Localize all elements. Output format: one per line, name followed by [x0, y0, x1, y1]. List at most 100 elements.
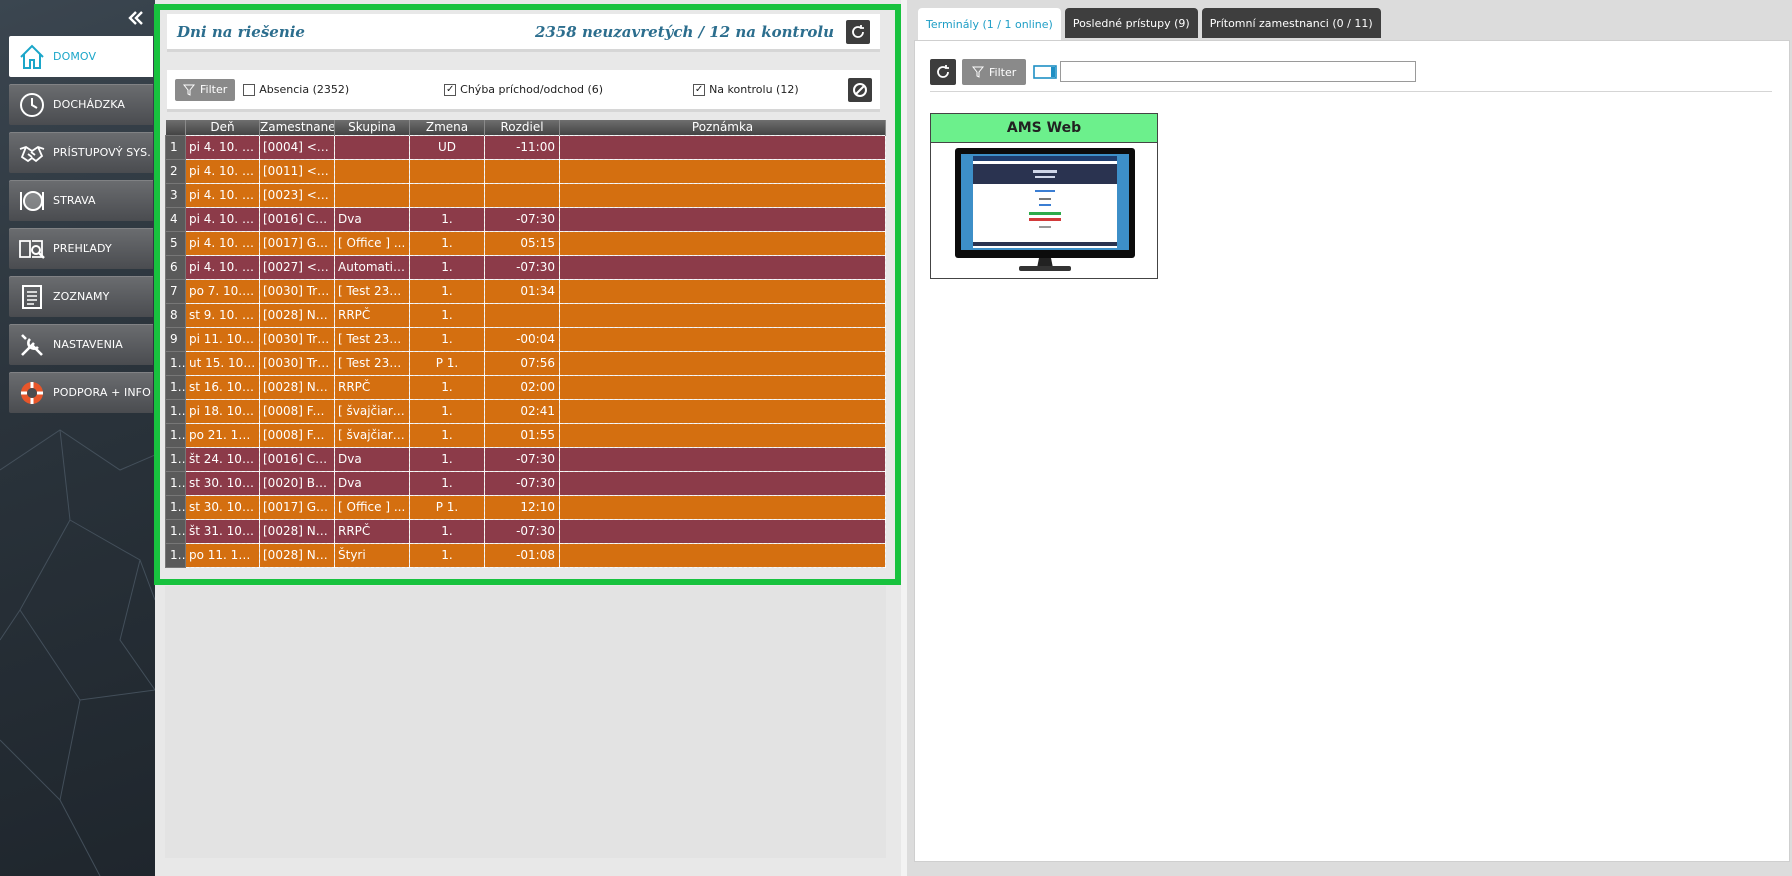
cell-skupina [334, 134, 410, 160]
tab-pritomni-zamestnanci[interactable]: Prítomní zamestnanci (0 / 11) [1201, 8, 1381, 38]
terminal-name: AMS Web [931, 114, 1157, 143]
table-row[interactable]: 1 pi 4. 10. 2... [0004] <a... UD -11:00 [165, 134, 886, 160]
nav-item-podpora-info[interactable]: PODPORA + INFO [9, 372, 153, 413]
nav-item-prehlady[interactable]: PREHĽADY [9, 228, 153, 269]
clear-filter-button[interactable] [848, 77, 872, 102]
column-header-zmena[interactable]: Zmena [409, 120, 485, 135]
cell-rozdiel [484, 182, 560, 208]
row-number: 15 [165, 470, 186, 496]
table-row[interactable]: 14 št 24. 10. ... [0016] Ch... Dva 1. -07:30 [165, 446, 886, 472]
right-tabs: Terminály (1 / 1 online) Posledné prístu… [918, 8, 1381, 40]
terminals-filter-button[interactable]: Filter [962, 59, 1027, 85]
cell-den: pi 4. 10. 2... [185, 134, 260, 160]
cell-poznamka [559, 278, 886, 304]
cell-zmena: 1. [409, 398, 485, 424]
cell-rozdiel: -07:30 [484, 470, 560, 496]
cell-rozdiel: 07:56 [484, 350, 560, 376]
cell-poznamka [559, 398, 886, 424]
terminal-card[interactable]: AMS Web [930, 113, 1158, 279]
sidebar: DOMOV DOCHÁDZKA PRÍSTUPOVÝ SYS. STRAVA P… [0, 0, 155, 876]
table-row[interactable]: 4 pi 4. 10. 2... [0016] Ch... Dva 1. -07:30 [165, 206, 886, 232]
cell-zamestnanec: [0023] <a... [259, 182, 335, 208]
tab-terminaly[interactable]: Terminály (1 / 1 online) [918, 8, 1061, 40]
cell-zmena: 1. [409, 230, 485, 256]
view-toggle-button[interactable] [1032, 62, 1058, 82]
checkbox-box[interactable] [243, 83, 256, 96]
cell-skupina: Dva [334, 470, 410, 496]
cell-poznamka [559, 326, 886, 352]
cell-zamestnanec: [0011] <a... [259, 158, 335, 184]
cell-zamestnanec: [0008] Far... [259, 398, 335, 424]
cell-rozdiel: -07:30 [484, 518, 560, 544]
table-row[interactable]: 9 pi 11. 10. ... [0030] Tra...[ Test 232..… [165, 326, 886, 352]
monitor-icon [955, 148, 1135, 271]
nav-item-dochadzka[interactable]: DOCHÁDZKA [9, 84, 153, 125]
row-number: 2 [165, 158, 186, 184]
table-row[interactable]: 16st 30. 10. ... [0017] Gu...[ Office ] .… [165, 494, 886, 520]
tab-posledne-pristupy[interactable]: Posledné prístupy (9) [1064, 8, 1198, 38]
filter-button-label: Filter [200, 83, 228, 96]
terminals-refresh-button[interactable] [930, 59, 956, 85]
panel-empty-area [165, 586, 886, 858]
cancel-icon [853, 82, 867, 97]
terminals-search-input[interactable] [1060, 61, 1416, 82]
checkbox-box[interactable]: ✓ [444, 83, 457, 96]
table-row[interactable]: 12 pi 18. 10. ... [0008] Far...[ švajčiars… [165, 398, 886, 424]
cell-den: št 31. 10. ... [185, 518, 260, 544]
cell-zamestnanec: [0028] No... [259, 518, 335, 544]
nav-item-label: PREHĽADY [53, 242, 112, 255]
refresh-icon [852, 24, 864, 38]
collapse-sidebar-button[interactable] [124, 6, 148, 30]
table-row[interactable]: 17 št 31. 10. ... [0028] No... RRPČ 1. -07:30 [165, 518, 886, 544]
page-title: Dni na riešenie [177, 22, 305, 41]
cell-poznamka [559, 350, 886, 376]
cell-rozdiel: 02:41 [484, 398, 560, 424]
checkbox-box[interactable]: ✓ [693, 83, 706, 96]
nav-item-pristupovy-sys[interactable]: PRÍSTUPOVÝ SYS. [9, 132, 153, 173]
table-row[interactable]: 8st 9. 10. 2... [0028] No... RRPČ 1. [165, 302, 886, 328]
cell-zmena: 1. [409, 326, 485, 352]
nav-item-strava[interactable]: STRAVA [9, 180, 153, 221]
cell-zamestnanec: [0017] Gu... [259, 230, 335, 256]
table-row[interactable]: 7 po 7. 10. ... [0030] Tra...[ Test 232...… [165, 278, 886, 304]
nav-item-domov[interactable]: DOMOV [9, 36, 153, 77]
cell-den: st 9. 10. 2... [185, 302, 260, 328]
cell-zmena: 1. [409, 374, 485, 400]
column-header-poznamka[interactable]: Poznámka [559, 120, 886, 135]
book-search-icon [17, 234, 47, 264]
column-header-skupina[interactable]: Skupina [334, 120, 410, 135]
table-row[interactable]: 2 pi 4. 10. 2... [0011] <a... [165, 158, 886, 184]
checkbox-absencia[interactable]: Absencia (2352) [243, 83, 349, 96]
nav-item-label: PODPORA + INFO [53, 386, 151, 399]
table-row[interactable]: 5 pi 4. 10. 2... [0017] Gu...[ Office ] ..… [165, 230, 886, 256]
row-number: 16 [165, 494, 186, 520]
row-number: 14 [165, 446, 186, 472]
column-header-rozdiel[interactable]: Rozdiel [484, 120, 560, 135]
column-header-index[interactable] [165, 120, 186, 135]
filter-button[interactable]: Filter [175, 78, 236, 101]
cell-rozdiel: -07:30 [484, 254, 560, 280]
cell-zamestnanec: [0016] Ch... [259, 206, 335, 232]
cell-zamestnanec: [0030] Tra... [259, 350, 335, 376]
row-number: 9 [165, 326, 186, 352]
table-row[interactable]: 15st 30. 10. ... [0020] Ba... Dva 1. -07:30 [165, 470, 886, 496]
table-row[interactable]: 3 pi 4. 10. 2... [0023] <a... [165, 182, 886, 208]
checkbox-na-kontrolu[interactable]: ✓ Na kontrolu (12) [693, 83, 799, 96]
column-header-den[interactable]: Deň [185, 120, 260, 135]
table-row[interactable]: 13 po 21. 10. ... [0008] Far...[ švajčiars… [165, 422, 886, 448]
table-header-row: Deň Zamestnanec Skupina Zmena Rozdiel Po… [165, 120, 886, 135]
nav-item-zoznamy[interactable]: ZOZNAMY [9, 276, 153, 317]
table-row[interactable]: 18 po 11. 11. ... [0028] No... Štyri 1. -01:0… [165, 542, 886, 568]
refresh-button[interactable] [846, 19, 870, 44]
cell-zamestnanec: [0030] Tra... [259, 326, 335, 352]
table-row[interactable]: 6 pi 4. 10. 2... [0027] <a... Automatic... 1… [165, 254, 886, 280]
cell-zamestnanec: [0030] Tra... [259, 278, 335, 304]
checkbox-chyba-prichod-odchod[interactable]: ✓ Chýba príchod/odchod (6) [444, 83, 603, 96]
nav-item-nastavenia[interactable]: NASTAVENIA [9, 324, 153, 365]
table-row[interactable]: 11st 16. 10. ... [0028] No... RRPČ 1. 02:00 [165, 374, 886, 400]
table-row[interactable]: 10 ut 15. 10. ... [0030] Tra...[ Test 232.… [165, 350, 886, 376]
cell-skupina: Dva [334, 446, 410, 472]
cell-poznamka [559, 542, 886, 568]
cell-zmena [409, 158, 485, 184]
column-header-zamestnanec[interactable]: Zamestnanec [259, 120, 335, 135]
